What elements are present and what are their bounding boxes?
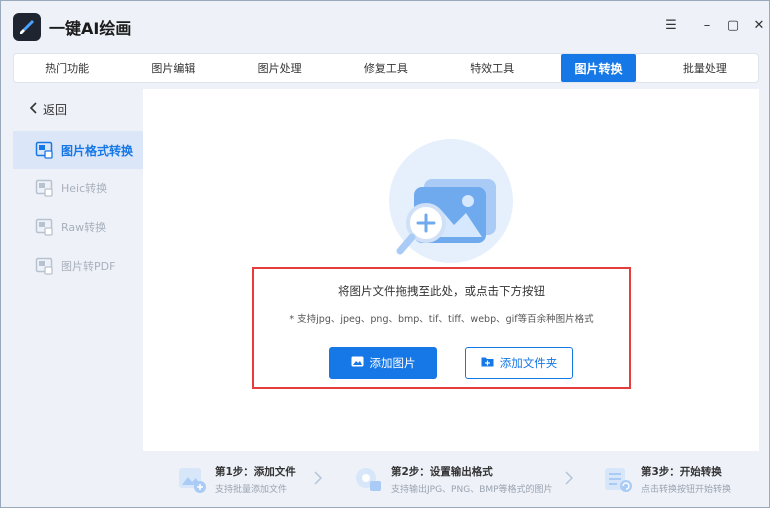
back-button[interactable]: 返回 [29,101,67,118]
image-add-illustration-icon [384,139,519,269]
step-title: 第1步：添加文件 [215,465,296,478]
sidebar-item-label: 图片格式转换 [61,143,134,158]
maximize-button[interactable]: ▢ [725,17,741,33]
menu-icon[interactable]: ☰ [663,17,679,33]
add-image-label: 添加图片 [369,356,416,370]
raw-icon [35,218,53,236]
start-convert-step-icon [603,464,633,494]
sidebar-item-format-convert[interactable]: 图片格式转换 [13,131,143,169]
step-2: 第2步：设置输出格式 支持输出JPG、PNG、BMP等格式的图片 [353,461,553,497]
chevron-left-icon [29,102,37,117]
back-label: 返回 [43,103,68,117]
app-window: 一键AI绘画 ☰ – ▢ ✕ 热门功能 图片编辑 图片处理 修复工具 特效工具 … [0,0,770,508]
add-folder-button[interactable]: 添加文件夹 [465,347,573,379]
tab-batch-process[interactable]: 批量处理 [652,54,758,82]
minimize-button[interactable]: – [699,17,715,33]
add-image-button[interactable]: 添加图片 [329,347,437,379]
settings-step-icon [353,464,383,494]
add-file-step-icon [177,464,207,494]
tab-effects-tools[interactable]: 特效工具 [439,54,545,82]
chevron-right-icon [565,471,574,489]
step-desc: 支持输出JPG、PNG、BMP等格式的图片 [391,484,553,495]
close-button[interactable]: ✕ [751,17,767,33]
tab-hot-features[interactable]: 热门功能 [14,54,120,82]
step-title: 第3步：开始转换 [641,465,722,478]
chevron-right-icon [314,471,323,489]
sidebar-item-label: Raw转换 [61,221,107,234]
file-drop-zone[interactable]: 将图片文件拖拽至此处，或点击下方按钮 * 支持jpg、jpeg、png、bmp、… [252,267,631,389]
tab-image-edit[interactable]: 图片编辑 [120,54,226,82]
add-folder-label: 添加文件夹 [499,356,558,370]
brush-logo-icon [13,13,41,41]
drop-zone-title: 将图片文件拖拽至此处，或点击下方按钮 [338,284,545,298]
sidebar-item-raw[interactable]: Raw转换 [13,208,143,246]
app-title: 一键AI绘画 [49,19,132,38]
steps-bar: 第1步：添加文件 支持批量添加文件 第2步：设置输出格式 支持输出JPG、PNG… [143,453,759,503]
tab-repair-tools[interactable]: 修复工具 [333,54,439,82]
drop-zone-formats: * 支持jpg、jpeg、png、bmp、tif、tiff、webp、gif等百… [289,314,594,325]
pdf-icon [35,257,53,275]
sidebar: 返回 图片格式转换 Heic转换 Raw转换 图片转PDF [13,89,143,459]
sidebar-item-label: Heic转换 [61,182,108,195]
step-desc: 支持批量添加文件 [215,484,288,495]
step-3: 第3步：开始转换 点击转换按钮开始转换 [603,461,731,497]
step-desc: 点击转换按钮开始转换 [641,484,732,495]
tab-image-convert[interactable]: 图片转换 [561,54,636,82]
main-tabs: 热门功能 图片编辑 图片处理 修复工具 特效工具 图片转换 批量处理 [13,53,759,83]
tab-image-process[interactable]: 图片处理 [227,54,333,82]
sidebar-item-heic[interactable]: Heic转换 [13,169,143,207]
sidebar-item-label: 图片转PDF [61,260,116,273]
heic-icon [35,179,53,197]
title-bar: 一键AI绘画 ☰ – ▢ ✕ [1,1,769,51]
step-title: 第2步：设置输出格式 [391,465,493,478]
step-1: 第1步：添加文件 支持批量添加文件 [177,461,296,497]
image-convert-icon [35,141,53,159]
image-icon [351,356,364,370]
main-panel: 将图片文件拖拽至此处，或点击下方按钮 * 支持jpg、jpeg、png、bmp、… [143,89,759,451]
folder-add-icon [481,356,494,370]
sidebar-item-to-pdf[interactable]: 图片转PDF [13,247,143,285]
